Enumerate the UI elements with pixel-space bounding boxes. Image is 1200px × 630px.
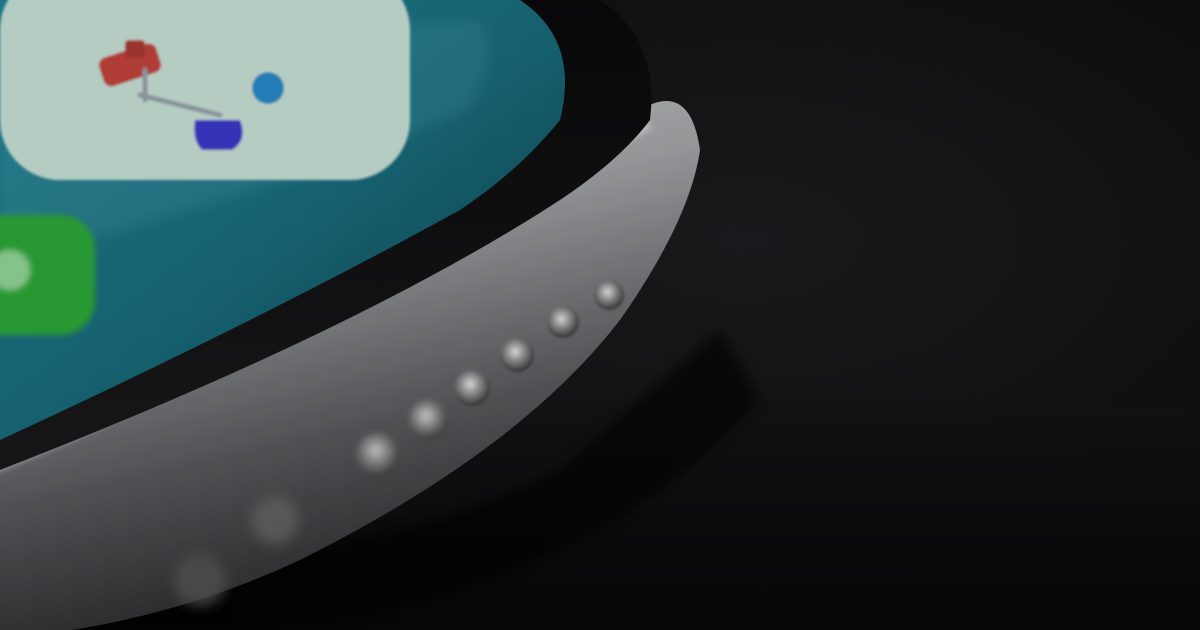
vignette: [0, 0, 1200, 630]
photo-scene: [0, 0, 1200, 630]
phone-closeup-illustration: [0, 0, 1200, 630]
